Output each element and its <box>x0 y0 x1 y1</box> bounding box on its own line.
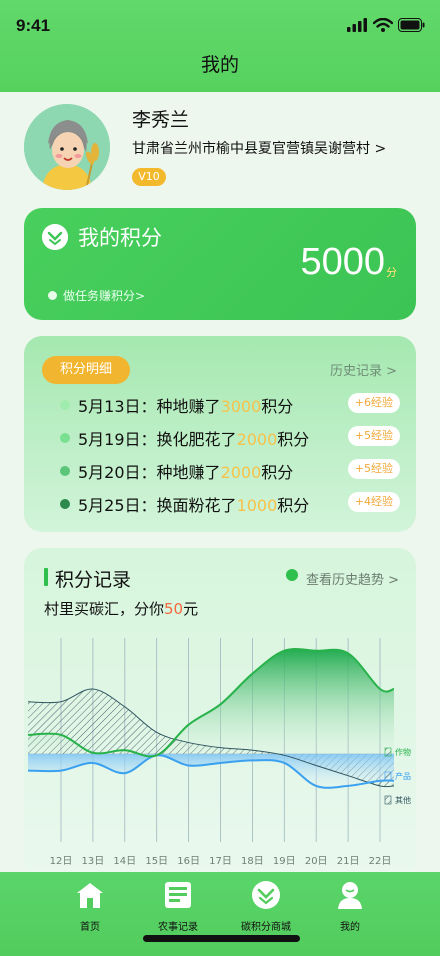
row-exp-badge: +5经验 <box>347 426 400 446</box>
subtitle-amount: 50 <box>164 600 184 618</box>
row-action: 换化肥花了 <box>156 430 237 449</box>
row-unit: 积分 <box>277 430 310 449</box>
wifi-icon <box>373 18 393 32</box>
detail-row: 5月25日：换面粉花了1000积分 +4经验 <box>60 492 400 516</box>
status-time: 9:41 <box>16 16 51 35</box>
points-value: 5000 <box>300 241 385 283</box>
row-amount: 1000 <box>236 496 278 515</box>
legend-label: 作物 <box>395 747 411 757</box>
record-subtitle: 村里买碳汇，分你50元 <box>44 598 198 619</box>
row-unit: 积分 <box>261 397 294 416</box>
row-amount: 2000 <box>236 430 278 449</box>
row-unit: 积分 <box>261 463 294 482</box>
legend-swatch <box>384 747 392 757</box>
subtitle-prefix: 村里买碳汇，分你 <box>44 600 165 618</box>
user-icon <box>338 882 362 909</box>
row-dot <box>60 400 70 410</box>
tab-label: 我的 <box>340 922 360 933</box>
series-area-产品 <box>28 754 394 788</box>
legend-swatch <box>384 771 392 781</box>
x-tick-label: 22日 <box>369 856 392 867</box>
row-date: 5月19日： <box>78 430 157 449</box>
earn-points-link[interactable]: 做任务赚积分> <box>48 287 145 304</box>
signal-icon <box>347 18 367 32</box>
subtitle-suffix: 元 <box>183 600 199 618</box>
tab-carbon-mall[interactable]: 碳积分商城 <box>221 880 311 933</box>
tab-home[interactable]: 首页 <box>45 880 135 933</box>
row-date: 5月20日： <box>78 463 157 482</box>
x-tick-label: 12日 <box>50 856 73 867</box>
row-unit: 积分 <box>277 496 310 515</box>
row-amount: 2000 <box>220 463 262 482</box>
battery-icon <box>398 18 425 32</box>
row-dot <box>60 433 70 443</box>
legend-label: 产品 <box>395 771 411 781</box>
home-indicator <box>143 935 300 942</box>
row-action: 种地赚了 <box>156 397 221 416</box>
row-exp-badge: +5经验 <box>347 459 400 479</box>
mall-icon <box>252 881 280 909</box>
x-tick-label: 20日 <box>305 856 328 867</box>
detail-row: 5月13日：种地赚了3000积分 +6经验 <box>60 393 400 417</box>
x-tick-label: 19日 <box>273 856 296 867</box>
x-tick-label: 15日 <box>145 856 168 867</box>
record-icon <box>165 882 191 908</box>
row-date: 5月25日： <box>78 496 157 515</box>
x-tick-label: 14日 <box>113 856 136 867</box>
detail-row: 5月19日：换化肥花了2000积分 +5经验 <box>60 426 400 450</box>
x-tick-label: 21日 <box>337 856 360 867</box>
legend-label: 其他 <box>395 795 411 805</box>
x-tick-label: 17日 <box>209 856 232 867</box>
level-badge: V10 <box>132 168 166 186</box>
home-icon <box>77 883 103 908</box>
user-address-link[interactable]: 甘肃省兰州市榆中县夏官营镇吴谢营村 > <box>132 138 386 158</box>
detail-row: 5月20日：种地赚了2000积分 +5经验 <box>60 459 400 483</box>
points-unit: 分 <box>386 266 397 279</box>
legend-swatch <box>384 795 392 805</box>
row-dot <box>60 466 70 476</box>
page-title: 我的 <box>200 54 239 76</box>
user-name: 李秀兰 <box>132 109 190 131</box>
history-link[interactable]: 历史记录 > <box>330 360 397 379</box>
row-date: 5月13日： <box>78 397 157 416</box>
row-exp-badge: +4经验 <box>347 492 400 512</box>
tab-mine[interactable]: 我的 <box>305 880 395 933</box>
points-label: 我的积分 <box>78 226 162 250</box>
x-tick-label: 16日 <box>177 856 200 867</box>
top-bar <box>0 0 440 92</box>
tab-label: 农事记录 <box>158 922 198 933</box>
detail-tag: 积分明细 <box>42 356 130 384</box>
row-amount: 3000 <box>220 397 262 416</box>
row-action: 换面粉花了 <box>156 496 237 515</box>
x-tick-label: 18日 <box>241 856 264 867</box>
row-dot <box>60 499 70 509</box>
tab-farm-records[interactable]: 农事记录 <box>133 880 223 933</box>
trend-link[interactable]: 查看历史趋势 > <box>306 569 399 588</box>
row-exp-badge: +6经验 <box>347 393 400 413</box>
row-action: 种地赚了 <box>156 463 221 482</box>
x-tick-label: 13日 <box>82 856 105 867</box>
farmer-avatar-icon <box>24 104 110 190</box>
points-chart: 12日 13日 14日 15日 16日 17日 18日 19日 20日 21日 22日 作物产品其他 <box>27 638 411 867</box>
tab-label: 碳积分商城 <box>241 922 291 933</box>
trend-dot-icon <box>286 569 298 581</box>
section-accent-bar <box>44 568 48 586</box>
points-icon <box>42 224 68 250</box>
tab-label: 首页 <box>80 922 100 933</box>
avatar[interactable] <box>24 104 110 190</box>
record-title: 积分记录 <box>55 569 132 591</box>
